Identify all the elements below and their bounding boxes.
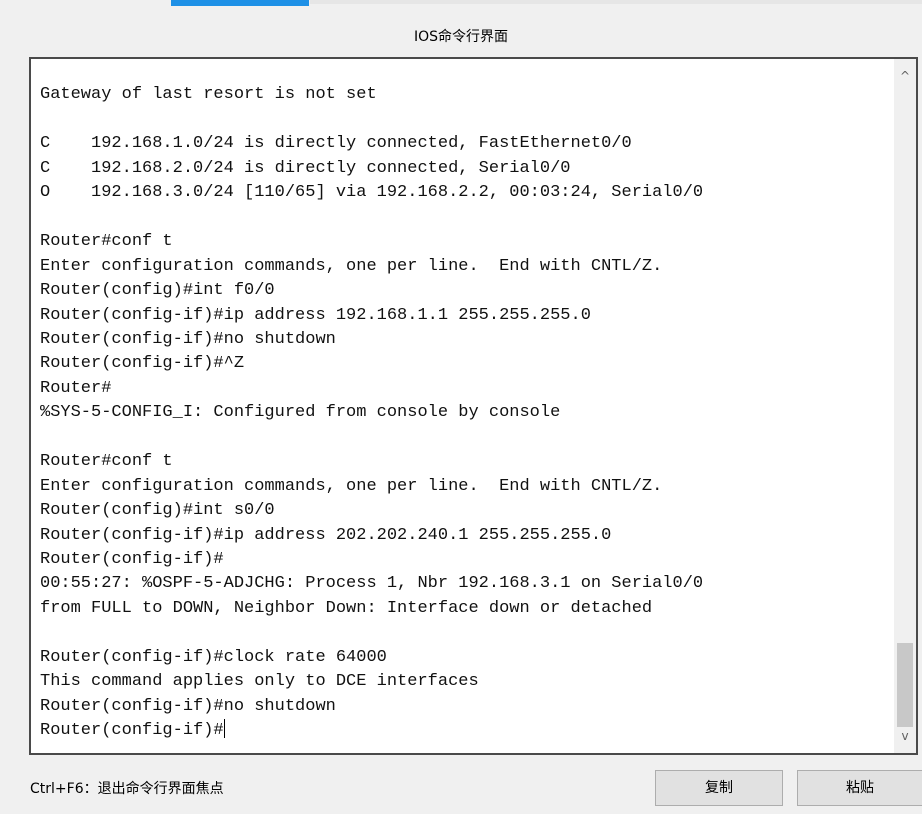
terminal-line: This command applies only to DCE interfa… xyxy=(40,672,479,692)
tab-cli-active-indicator[interactable] xyxy=(171,0,309,6)
terminal-line: from FULL to DOWN, Neighbor Down: Interf… xyxy=(40,598,653,618)
terminal-line: Router# xyxy=(40,378,112,398)
terminal-line: C 192.168.2.0/24 is directly connected, … xyxy=(40,158,571,178)
terminal-line: 00:55:27: %OSPF-5-ADJCHG: Process 1, Nbr… xyxy=(40,574,704,594)
copy-button[interactable]: 复制 xyxy=(655,770,783,806)
terminal-line: Router(config-if)#ip address 192.168.1.1… xyxy=(40,305,591,325)
terminal-line: Router(config-if)# xyxy=(40,719,225,741)
terminal-line: Router(config-if)#clock rate 64000 xyxy=(40,647,387,667)
text-cursor xyxy=(223,719,225,739)
terminal-line: Router(config-if)# xyxy=(40,550,224,569)
terminal-line: Router#conf t xyxy=(40,452,173,472)
terminal-line: Router(config)#int s0/0 xyxy=(40,501,275,521)
focus-hint: Ctrl+F6：退出命令行界面焦点 xyxy=(30,781,224,797)
terminal-line: Router(config-if)#ip address 202.202.240… xyxy=(40,525,612,545)
terminal-line: Router#conf t xyxy=(40,232,173,252)
chevron-up-icon[interactable]: ^ xyxy=(894,65,916,87)
terminal-line: Router(config-if)#no shutdown xyxy=(40,696,336,716)
vertical-scrollbar[interactable]: ^ v xyxy=(894,59,916,753)
tab-strip-background xyxy=(310,0,922,4)
terminal-line: Gateway of last resort is not set xyxy=(40,85,377,105)
tab-strip xyxy=(0,0,922,6)
terminal-line: Enter configuration commands, one per li… xyxy=(40,476,663,496)
terminal-line: %SYS-5-CONFIG_I: Configured from console… xyxy=(40,403,561,423)
page-title: IOS命令行界面 xyxy=(413,29,509,45)
terminal-line: Router(config-if)#^Z xyxy=(40,354,245,374)
terminal-line: Router(config-if)#no shutdown xyxy=(40,329,336,349)
paste-button[interactable]: 粘贴 xyxy=(797,770,922,806)
terminal-line: Router(config)#int f0/0 xyxy=(40,281,275,301)
terminal-console[interactable]: Gateway of last resort is not set C 192.1… xyxy=(29,57,918,755)
scrollbar-thumb[interactable] xyxy=(897,643,913,727)
terminal-line: Enter configuration commands, one per li… xyxy=(40,256,663,276)
chevron-down-icon[interactable]: v xyxy=(894,725,916,747)
terminal-line: C 192.168.1.0/24 is directly connected, … xyxy=(40,134,632,154)
terminal-line: O 192.168.3.0/24 [110/65] via 192.168.2.… xyxy=(40,183,704,203)
